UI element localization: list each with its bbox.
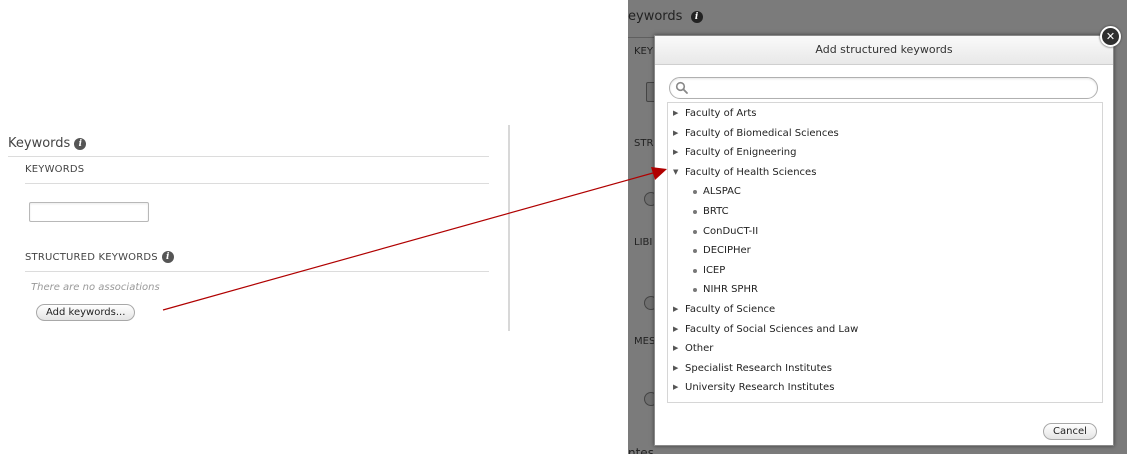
- tree-child-item[interactable]: ConDuCT-II: [668, 222, 1102, 242]
- arrow-line: [162, 172, 654, 311]
- no-associations-text: There are no associations: [31, 282, 160, 293]
- background-label: LIBI: [634, 237, 653, 248]
- tree-item-label: Specialist Research Institutes: [685, 362, 832, 374]
- tree-child-item[interactable]: ALSPAC: [668, 182, 1102, 202]
- background-label: ntes: [628, 446, 654, 454]
- tree-child-item[interactable]: NIHR SPHR: [668, 280, 1102, 300]
- tree-faculty-item[interactable]: ▶ Specialist Research Institutes: [668, 359, 1102, 379]
- tree-faculty-item[interactable]: ▶ Faculty of Arts: [668, 104, 1102, 124]
- tree-item-label: DECIPHer: [703, 245, 751, 257]
- background-label: KEY: [634, 46, 653, 57]
- collapsed-arrow-icon[interactable]: ▶: [673, 124, 683, 144]
- tree-faculty-item[interactable]: ▶ Other: [668, 339, 1102, 359]
- tree-item-label: ALSPAC: [703, 186, 741, 198]
- tree-faculty-item[interactable]: ▶ Faculty of Enigneering: [668, 143, 1102, 163]
- search-box[interactable]: [669, 77, 1098, 99]
- divider: [25, 183, 489, 184]
- tree-item-label: Faculty of Arts: [685, 108, 757, 119]
- collapsed-arrow-icon[interactable]: ▶: [673, 300, 683, 320]
- info-icon[interactable]: i: [161, 251, 174, 263]
- bullet-icon: [693, 268, 697, 273]
- collapsed-arrow-icon[interactable]: ▶: [673, 378, 683, 398]
- collapsed-arrow-icon[interactable]: ▶: [673, 339, 683, 359]
- structured-keywords-heading: STRUCTURED KEYWORDS: [25, 252, 158, 263]
- add-keywords-button[interactable]: Add keywords...: [36, 304, 136, 321]
- collapsed-arrow-icon[interactable]: ▶: [673, 143, 683, 163]
- keywords-heading: Keywords: [8, 136, 71, 151]
- tree-child-item[interactable]: DECIPHer: [668, 241, 1102, 261]
- close-icon[interactable]: ✕: [1100, 26, 1121, 47]
- tree-faculty-item[interactable]: ▶ University Research Institutes: [668, 378, 1102, 398]
- collapsed-arrow-icon[interactable]: ▶: [673, 104, 683, 124]
- tree-child-item[interactable]: BRTC: [668, 202, 1102, 222]
- keyword-tree: ▶ Faculty of Arts ▶ Faculty of Biomedical S…: [667, 102, 1103, 403]
- dialog-title: Add structured keywords: [655, 36, 1113, 65]
- tree-item-label: Faculty of Social Sciences and Law: [685, 323, 859, 335]
- expanded-arrow-icon[interactable]: ▼: [673, 163, 683, 183]
- structured-keywords-section: STRUCTURED KEYWORDS i: [8, 245, 489, 272]
- bullet-icon: [693, 209, 697, 214]
- collapsed-arrow-icon[interactable]: ▶: [673, 359, 683, 379]
- keywords-subheading: KEYWORDS: [25, 164, 85, 175]
- cancel-button[interactable]: Cancel: [1043, 423, 1097, 440]
- bullet-icon: [693, 229, 697, 234]
- tree-item-label: ICEP: [703, 264, 726, 276]
- info-icon: i: [690, 10, 703, 23]
- tree-item-label: Other: [685, 343, 714, 355]
- keywords-section-title: Keywords i: [8, 132, 489, 156]
- vertical-divider: [508, 125, 510, 331]
- structured-keywords-title: STRUCTURED KEYWORDS i: [8, 245, 489, 271]
- tree-faculty-item[interactable]: ▼ Faculty of Health Sciences: [668, 163, 1102, 183]
- keywords-input[interactable]: [29, 202, 149, 222]
- tree-item-label: Faculty of Health Sciences: [685, 166, 817, 178]
- add-structured-keywords-dialog: Add structured keywords ▶ Faculty of Arts…: [654, 35, 1114, 446]
- tree-faculty-item[interactable]: ▶ Faculty of Social Sciences and Law: [668, 320, 1102, 340]
- bullet-icon: [693, 288, 697, 293]
- info-icon[interactable]: i: [74, 137, 87, 150]
- tree-item-label: BRTC: [703, 205, 729, 217]
- bullet-icon: [693, 190, 697, 195]
- background-title: eywords i: [628, 9, 703, 24]
- keywords-panel: Keywords i KEYWORDS: [8, 132, 489, 184]
- background-label: STR: [634, 138, 654, 149]
- collapsed-arrow-icon[interactable]: ▶: [673, 320, 683, 340]
- tree-item-label: Faculty of Science: [685, 303, 776, 315]
- background-label: MES: [634, 336, 656, 347]
- tree-item-label: University Research Institutes: [685, 382, 835, 394]
- tree-item-label: Faculty of Biomedical Sciences: [685, 127, 839, 139]
- search-input[interactable]: [692, 80, 1091, 96]
- bullet-icon: [693, 249, 697, 254]
- tree-item-label: NIHR SPHR: [703, 284, 758, 296]
- tree-item-label: ConDuCT-II: [703, 225, 759, 237]
- tree-faculty-item[interactable]: ▶ Faculty of Science: [668, 300, 1102, 320]
- tree-child-item[interactable]: ICEP: [668, 261, 1102, 281]
- tree-faculty-item[interactable]: ▶ Faculty of Biomedical Sciences: [668, 124, 1102, 144]
- divider: [25, 271, 489, 272]
- tree-item-label: Faculty of Enigneering: [685, 147, 797, 159]
- search-icon: [675, 81, 688, 94]
